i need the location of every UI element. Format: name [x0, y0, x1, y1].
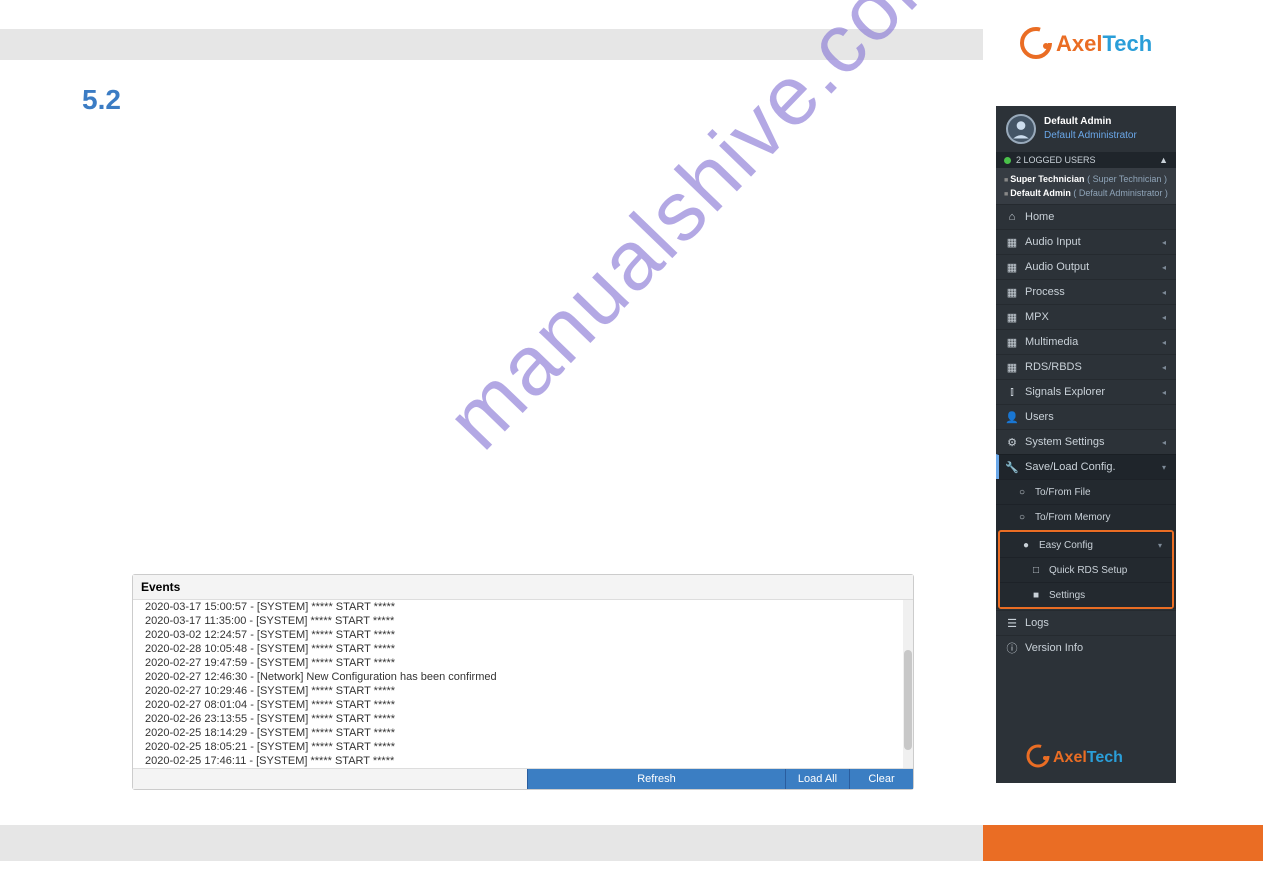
nav-easy-config[interactable]: ●Easy Config▾	[1000, 532, 1172, 557]
caret-left-icon: ◂	[1162, 388, 1166, 397]
logged-users-list: Super Technician ( Super Technician ) De…	[996, 168, 1176, 204]
event-line: 2020-02-27 08:01:04 - [SYSTEM] ***** STA…	[133, 698, 913, 712]
grid-icon: ▦	[1006, 336, 1018, 348]
square-icon: □	[1030, 564, 1042, 576]
grid-icon: ▦	[1006, 236, 1018, 248]
caret-down-icon: ▾	[1158, 541, 1162, 550]
event-line: 2020-03-17 15:00:57 - [SYSTEM] ***** STA…	[133, 600, 913, 614]
nav-to-from-file[interactable]: ○To/From File	[996, 479, 1176, 504]
caret-left-icon: ◂	[1162, 288, 1166, 297]
user-names: Default Admin Default Administrator	[1044, 115, 1137, 143]
nav-audio-output[interactable]: ▦Audio Output◂	[996, 254, 1176, 279]
logged-user-row: Default Admin ( Default Administrator )	[1004, 186, 1168, 200]
footer-bar-orange	[983, 825, 1263, 861]
caret-left-icon: ◂	[1162, 363, 1166, 372]
online-dot-icon	[1004, 157, 1011, 164]
footer-spacer	[133, 769, 527, 789]
caret-down-icon: ▾	[1162, 463, 1166, 472]
nav-rds[interactable]: ▦RDS/RBDS◂	[996, 354, 1176, 379]
logged-count: 2 LOGGED USERS	[1016, 155, 1096, 165]
nav-version-info[interactable]: ⓘVersion Info	[996, 635, 1176, 660]
easy-config-highlight: ●Easy Config▾ □Quick RDS Setup ■Settings	[998, 530, 1174, 609]
sidebar: Default Admin Default Administrator 2 LO…	[996, 106, 1176, 783]
bars-icon: ⫾	[1006, 386, 1018, 398]
event-line: 2020-03-17 11:35:00 - [SYSTEM] ***** STA…	[133, 614, 913, 628]
event-line: 2020-02-25 18:05:21 - [SYSTEM] ***** STA…	[133, 740, 913, 754]
events-scrollbar[interactable]	[903, 600, 913, 768]
nav-audio-input[interactable]: ▦Audio Input◂	[996, 229, 1176, 254]
user-block: Default Admin Default Administrator	[996, 106, 1176, 152]
user-role: Default Administrator	[1044, 129, 1137, 143]
event-line: 2020-02-26 23:13:55 - [SYSTEM] ***** STA…	[133, 712, 913, 726]
event-line: 2020-02-25 18:14:29 - [SYSTEM] ***** STA…	[133, 726, 913, 740]
logo-top: AxelTech	[1020, 24, 1168, 62]
nav-signals-explorer[interactable]: ⫾Signals Explorer◂	[996, 379, 1176, 404]
loadall-button[interactable]: Load All	[785, 769, 849, 789]
nav-system-settings[interactable]: ⚙System Settings◂	[996, 429, 1176, 454]
event-line: 2020-02-25 17:46:11 - [SYSTEM] ***** STA…	[133, 754, 913, 768]
nav-save-load-config[interactable]: 🔧Save/Load Config.▾	[996, 454, 1176, 479]
event-line: 2020-02-28 10:05:48 - [SYSTEM] ***** STA…	[133, 642, 913, 656]
events-body[interactable]: 2020-03-17 15:00:57 - [SYSTEM] ***** STA…	[133, 600, 913, 768]
events-title: Events	[133, 575, 913, 600]
event-line: 2020-02-27 12:46:30 - [Network] New Conf…	[133, 670, 913, 684]
nav-logs[interactable]: ☰Logs	[996, 610, 1176, 635]
gear-icon: ⚙	[1006, 436, 1018, 448]
home-icon: ⌂	[1006, 211, 1018, 223]
nav-settings[interactable]: ■Settings	[1000, 582, 1172, 607]
grid-icon: ▦	[1006, 311, 1018, 323]
logged-user-row: Super Technician ( Super Technician )	[1004, 172, 1168, 186]
nav-users[interactable]: 👤Users	[996, 404, 1176, 429]
caret-left-icon: ◂	[1162, 338, 1166, 347]
caret-left-icon: ◂	[1162, 438, 1166, 447]
list-icon: ☰	[1006, 617, 1018, 629]
refresh-button[interactable]: Refresh	[527, 769, 785, 789]
user-name: Default Admin	[1044, 115, 1137, 129]
wrench-icon: 🔧	[1006, 461, 1018, 473]
sidebar-logo: AxelTech	[996, 742, 1176, 773]
dot-icon: ●	[1020, 539, 1032, 551]
user-icon: 👤	[1006, 411, 1018, 423]
square-filled-icon: ■	[1030, 589, 1042, 601]
logged-users-bar[interactable]: 2 LOGGED USERS ▲	[996, 152, 1176, 168]
caret-left-icon: ◂	[1162, 263, 1166, 272]
grid-icon: ▦	[1006, 286, 1018, 298]
events-panel: Events 2020-03-17 15:00:57 - [SYSTEM] **…	[132, 574, 914, 790]
footer-bar-gray	[0, 825, 983, 861]
caret-left-icon: ◂	[1162, 238, 1166, 247]
watermark-text: manualshive.com	[401, 0, 999, 496]
clear-button[interactable]: Clear	[849, 769, 913, 789]
caret-up-icon: ▲	[1159, 155, 1168, 165]
event-line: 2020-03-02 12:24:57 - [SYSTEM] ***** STA…	[133, 628, 913, 642]
user-avatar-icon	[1006, 114, 1036, 144]
info-icon: ⓘ	[1006, 642, 1018, 654]
section-number: 5.2	[82, 84, 121, 116]
grid-icon: ▦	[1006, 361, 1018, 373]
nav-multimedia[interactable]: ▦Multimedia◂	[996, 329, 1176, 354]
svg-text:AxelTech: AxelTech	[1053, 749, 1123, 766]
nav-process[interactable]: ▦Process◂	[996, 279, 1176, 304]
circle-icon: ○	[1016, 511, 1028, 523]
nav-quick-rds-setup[interactable]: □Quick RDS Setup	[1000, 557, 1172, 582]
caret-left-icon: ◂	[1162, 313, 1166, 322]
events-scroll-thumb[interactable]	[904, 650, 912, 750]
grid-icon: ▦	[1006, 261, 1018, 273]
top-header-bar	[0, 29, 983, 60]
nav-to-from-memory[interactable]: ○To/From Memory	[996, 504, 1176, 529]
nav-home[interactable]: ⌂Home	[996, 204, 1176, 229]
nav-mpx[interactable]: ▦MPX◂	[996, 304, 1176, 329]
event-line: 2020-02-27 10:29:46 - [SYSTEM] ***** STA…	[133, 684, 913, 698]
event-line: 2020-02-27 19:47:59 - [SYSTEM] ***** STA…	[133, 656, 913, 670]
circle-icon: ○	[1016, 486, 1028, 498]
events-footer: Refresh Load All Clear	[133, 768, 913, 789]
svg-text:AxelTech: AxelTech	[1056, 31, 1152, 56]
